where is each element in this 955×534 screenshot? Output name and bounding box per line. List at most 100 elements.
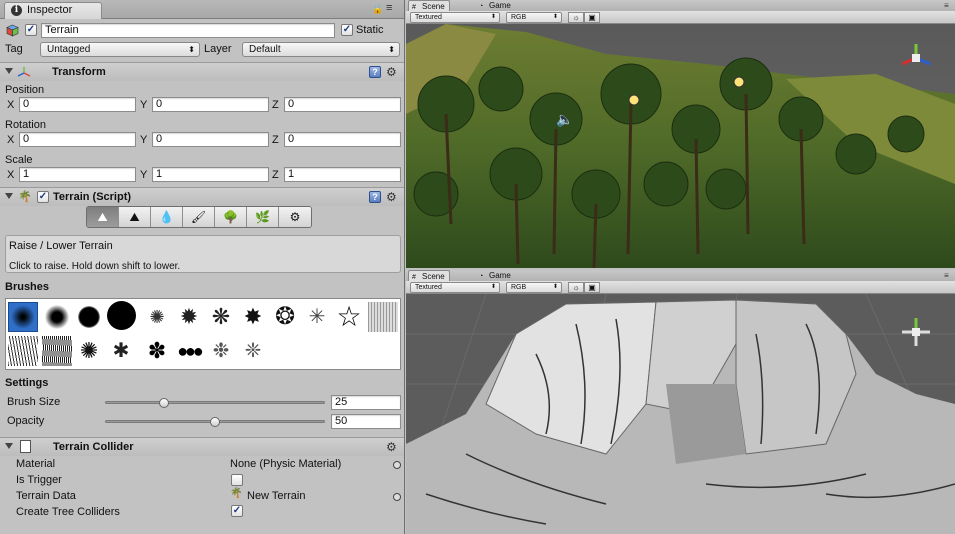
tab-scene[interactable]: # Scene [408, 0, 450, 11]
image-toggle-icon[interactable]: ▣ [584, 282, 600, 293]
tab-scene[interactable]: # Scene [408, 270, 450, 281]
scale-x-field[interactable]: 1 [19, 167, 136, 182]
brush-size-field[interactable]: 25 [331, 395, 401, 410]
brush-item[interactable]: ☆ [334, 302, 364, 332]
object-name-field[interactable]: Terrain [41, 23, 335, 38]
raise-lower-icon[interactable]: ⛰ [87, 207, 119, 227]
help-icon[interactable]: ? [369, 191, 381, 203]
brush-item[interactable] [368, 302, 398, 332]
create-tree-colliders-checkbox[interactable]: ✓ [231, 505, 243, 517]
layer-dropdown[interactable]: Default ⬍ [242, 42, 400, 57]
scene-top-viewport[interactable]: 🔈 [406, 24, 955, 268]
help-icon[interactable]: ? [369, 66, 381, 78]
updown-arrow-icon: ⬍ [490, 14, 496, 20]
paint-details-icon[interactable]: 🌿 [247, 207, 279, 227]
terrain-collider-header[interactable]: Terrain Collider ⚙ [0, 437, 404, 456]
tab-game[interactable]: ◔ Game [476, 270, 515, 281]
layer-value: Default [249, 44, 281, 55]
position-y-field[interactable]: 0 [152, 97, 269, 112]
lighting-toggle-icon[interactable]: ☼ [568, 282, 584, 293]
opacity-field[interactable]: 50 [331, 414, 401, 429]
position-label: Position [5, 84, 45, 96]
brush-item[interactable] [8, 336, 38, 366]
terrain-data-value[interactable]: New Terrain [247, 490, 306, 502]
scene-view-bottom: # Scene ◔ Game ≡ Textured ⬍ RGB ⬍ ☼ ▣ [406, 270, 955, 534]
brush-item[interactable]: ❈ [238, 336, 268, 366]
brush-item[interactable]: ✱ [106, 336, 136, 366]
tag-dropdown[interactable]: Untagged ⬍ [40, 42, 200, 57]
object-picker-icon[interactable] [393, 461, 401, 469]
axis-z-label: Z [272, 99, 279, 111]
brush-item[interactable]: ✹ [174, 302, 204, 332]
lock-icon[interactable]: 🔒 [372, 4, 383, 15]
panel-menu-icon[interactable]: ≡ [944, 271, 949, 280]
terrain-script-enabled-checkbox[interactable]: ✓ [37, 191, 49, 203]
brush-size-slider-track[interactable] [105, 401, 325, 404]
is-trigger-label: Is Trigger [16, 474, 62, 486]
brush-item[interactable]: ✺ [74, 336, 104, 366]
position-z-field[interactable]: 0 [284, 97, 401, 112]
place-trees-icon[interactable]: 🌳 [215, 207, 247, 227]
brush-item[interactable]: ❋ [206, 302, 236, 332]
settings-label: Settings [5, 377, 49, 389]
scale-y-field[interactable]: 1 [152, 167, 269, 182]
material-value[interactable]: None (Physic Material) [230, 458, 341, 470]
opacity-slider-thumb[interactable] [210, 417, 220, 427]
tag-value: Untagged [47, 44, 91, 55]
is-trigger-checkbox[interactable] [231, 474, 243, 486]
scene-top-tabbar: # Scene ◔ Game ≡ [406, 0, 955, 11]
brush-size-label: Brush Size [7, 396, 61, 408]
brush-item[interactable]: ❂ [270, 302, 300, 332]
brush-item[interactable]: ✽ [142, 336, 172, 366]
rotation-y-field[interactable]: 0 [152, 132, 269, 147]
gear-icon[interactable]: ⚙ [386, 440, 397, 454]
foldout-arrow-icon[interactable] [5, 443, 13, 449]
render-mode-dropdown[interactable]: Textured ⬍ [410, 12, 500, 23]
brush-item[interactable] [8, 302, 38, 332]
static-checkbox[interactable]: ✓ [341, 24, 353, 36]
gear-icon[interactable]: ⚙ [386, 190, 397, 204]
brushes-label: Brushes [5, 281, 50, 293]
rotation-x-field[interactable]: 0 [19, 132, 136, 147]
scene-bottom-toolbar: Textured ⬍ RGB ⬍ ☼ ▣ [406, 281, 955, 294]
color-mode-dropdown[interactable]: RGB ⬍ [506, 12, 562, 23]
paint-height-icon[interactable]: ⛰ [119, 207, 151, 227]
image-toggle-icon[interactable]: ▣ [584, 12, 600, 23]
gameobject-cube-icon [6, 24, 19, 37]
tab-game[interactable]: ◔ Game [476, 0, 515, 11]
brush-item[interactable] [42, 336, 72, 366]
tab-inspector[interactable]: i Inspector [4, 2, 102, 19]
foldout-arrow-icon[interactable] [5, 68, 13, 74]
rotation-label: Rotation [5, 119, 46, 131]
brush-size-slider-thumb[interactable] [159, 398, 170, 408]
panel-menu-icon[interactable]: ≡ [944, 1, 949, 10]
color-mode-value: RGB [511, 14, 527, 21]
brush-item[interactable]: ❉ [206, 336, 236, 366]
paint-texture-icon[interactable]: 🖌 [183, 207, 215, 227]
position-x-field[interactable]: 0 [19, 97, 136, 112]
scene-bottom-viewport[interactable] [406, 293, 955, 534]
rotation-z-field[interactable]: 0 [284, 132, 401, 147]
brush-item[interactable]: ✳ [302, 302, 332, 332]
brush-item[interactable] [74, 302, 104, 332]
object-active-checkbox[interactable]: ✓ [25, 24, 37, 36]
object-picker-icon[interactable] [393, 493, 401, 501]
foldout-arrow-icon[interactable] [5, 193, 13, 199]
settings-icon[interactable]: ⚙ [279, 207, 311, 227]
brush-item[interactable] [106, 300, 138, 332]
brush-item[interactable]: ●●● [174, 336, 204, 366]
scale-z-field[interactable]: 1 [284, 167, 401, 182]
gear-icon[interactable]: ⚙ [386, 65, 397, 79]
transform-header[interactable]: Transform ? ⚙ [0, 62, 404, 81]
brush-item[interactable]: ✺ [142, 302, 172, 332]
brush-item[interactable]: ✸ [238, 302, 268, 332]
lighting-toggle-icon[interactable]: ☼ [568, 12, 584, 23]
render-mode-dropdown[interactable]: Textured ⬍ [410, 282, 500, 293]
updown-arrow-icon: ⬍ [388, 45, 395, 54]
render-mode-value: Textured [415, 14, 442, 21]
terrain-script-header[interactable]: 🌴 ✓ Terrain (Script) ? ⚙ [0, 187, 404, 206]
panel-menu-icon[interactable]: ≡ [386, 2, 392, 14]
smooth-height-icon[interactable]: 💧 [151, 207, 183, 227]
brush-item[interactable] [42, 302, 72, 332]
color-mode-dropdown[interactable]: RGB ⬍ [506, 282, 562, 293]
